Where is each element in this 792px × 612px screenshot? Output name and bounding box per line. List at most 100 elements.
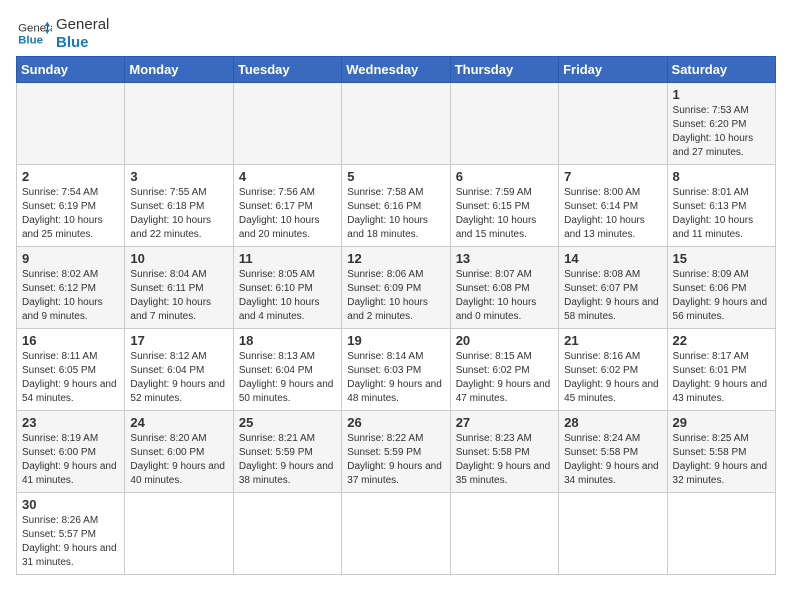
day-info: Sunrise: 8:00 AMSunset: 6:14 PMDaylight:… [564, 186, 661, 242]
weekday-header-tuesday: Tuesday [233, 57, 341, 83]
day-info: Sunrise: 8:01 AMSunset: 6:13 PMDaylight:… [673, 186, 770, 242]
day-info: Sunrise: 8:15 AMSunset: 6:02 PMDaylight:… [456, 350, 553, 406]
calendar-cell: 15 Sunrise: 8:09 AMSunset: 6:06 PMDayligh… [667, 247, 775, 329]
day-info: Sunrise: 8:14 AMSunset: 6:03 PMDaylight:… [347, 350, 444, 406]
day-number: 11 [239, 251, 336, 266]
calendar-cell: 7Sunrise: 8:00 AMSunset: 6:14 PMDaylight… [559, 165, 667, 247]
day-number: 28 [564, 415, 661, 430]
day-info: Sunrise: 8:23 AMSunset: 5:58 PMDaylight:… [456, 432, 553, 488]
calendar-cell: 13Sunrise: 8:07 AMSunset: 6:08 PMDayligh… [450, 247, 558, 329]
day-info: Sunrise: 8:26 AMSunset: 5:57 PMDaylight:… [22, 514, 119, 570]
day-info: Sunrise: 8:02 AMSunset: 6:12 PMDaylight:… [22, 268, 119, 324]
day-info: Sunrise: 7:59 AMSunset: 6:15 PMDaylight:… [456, 186, 553, 242]
calendar-cell: 4 Sunrise: 7:56 AMSunset: 6:17 PMDaylight… [233, 165, 341, 247]
calendar-cell: 16Sunrise: 8:11 AMSunset: 6:05 PMDayligh… [17, 329, 125, 411]
calendar-cell [233, 83, 341, 165]
calendar-cell: 23Sunrise: 8:19 AMSunset: 6:00 PMDayligh… [17, 411, 125, 493]
calendar-cell: 2 Sunrise: 7:54 AMSunset: 6:19 PMDaylight… [17, 165, 125, 247]
calendar-week-2: 2 Sunrise: 7:54 AMSunset: 6:19 PMDaylight… [17, 165, 776, 247]
calendar-week-5: 23Sunrise: 8:19 AMSunset: 6:00 PMDayligh… [17, 411, 776, 493]
calendar-cell: 28 Sunrise: 8:24 AMSunset: 5:58 PMDayligh… [559, 411, 667, 493]
day-info: Sunrise: 8:11 AMSunset: 6:05 PMDaylight:… [22, 350, 119, 406]
day-number: 8 [673, 169, 770, 184]
day-info: Sunrise: 8:05 AMSunset: 6:10 PMDaylight:… [239, 268, 336, 324]
day-number: 24 [130, 415, 227, 430]
calendar-cell [125, 83, 233, 165]
logo: General Blue General Blue [16, 16, 109, 52]
day-number: 1 [673, 87, 770, 102]
svg-text:Blue: Blue [18, 35, 43, 47]
day-number: 26 [347, 415, 444, 430]
calendar-week-3: 9 Sunrise: 8:02 AMSunset: 6:12 PMDaylight… [17, 247, 776, 329]
calendar-week-1: 1 Sunrise: 7:53 AMSunset: 6:20 PMDaylight… [17, 83, 776, 165]
day-info: Sunrise: 8:06 AMSunset: 6:09 PMDaylight:… [347, 268, 444, 324]
day-number: 17 [130, 333, 227, 348]
day-number: 15 [673, 251, 770, 266]
weekday-header-monday: Monday [125, 57, 233, 83]
weekday-header-row: SundayMondayTuesdayWednesdayThursdayFrid… [17, 57, 776, 83]
day-number: 30 [22, 497, 119, 512]
day-number: 6 [456, 169, 553, 184]
calendar-cell [342, 493, 450, 575]
day-number: 4 [239, 169, 336, 184]
calendar-cell: 22 Sunrise: 8:17 AMSunset: 6:01 PMDayligh… [667, 329, 775, 411]
calendar-cell [450, 493, 558, 575]
calendar-cell: 27Sunrise: 8:23 AMSunset: 5:58 PMDayligh… [450, 411, 558, 493]
calendar-cell: 24 Sunrise: 8:20 AMSunset: 6:00 PMDayligh… [125, 411, 233, 493]
day-number: 22 [673, 333, 770, 348]
calendar-cell [450, 83, 558, 165]
calendar-cell [559, 83, 667, 165]
calendar-week-6: 30 Sunrise: 8:26 AMSunset: 5:57 PMDayligh… [17, 493, 776, 575]
weekday-header-saturday: Saturday [667, 57, 775, 83]
day-info: Sunrise: 8:25 AMSunset: 5:58 PMDaylight:… [673, 432, 770, 488]
day-number: 21 [564, 333, 661, 348]
day-number: 19 [347, 333, 444, 348]
day-info: Sunrise: 7:56 AMSunset: 6:17 PMDaylight:… [239, 186, 336, 242]
day-number: 9 [22, 251, 119, 266]
day-info: Sunrise: 8:08 AMSunset: 6:07 PMDaylight:… [564, 268, 661, 324]
day-info: Sunrise: 7:58 AMSunset: 6:16 PMDaylight:… [347, 186, 444, 242]
day-info: Sunrise: 8:20 AMSunset: 6:00 PMDaylight:… [130, 432, 227, 488]
weekday-header-friday: Friday [559, 57, 667, 83]
calendar-cell [559, 493, 667, 575]
calendar-table: SundayMondayTuesdayWednesdayThursdayFrid… [16, 56, 776, 575]
day-info: Sunrise: 8:19 AMSunset: 6:00 PMDaylight:… [22, 432, 119, 488]
calendar-week-4: 16Sunrise: 8:11 AMSunset: 6:05 PMDayligh… [17, 329, 776, 411]
calendar-cell [667, 493, 775, 575]
logo-icon: General Blue [16, 19, 52, 49]
day-info: Sunrise: 8:07 AMSunset: 6:08 PMDaylight:… [456, 268, 553, 324]
calendar-cell: 26 Sunrise: 8:22 AMSunset: 5:59 PMDayligh… [342, 411, 450, 493]
calendar-cell: 9 Sunrise: 8:02 AMSunset: 6:12 PMDaylight… [17, 247, 125, 329]
calendar-cell: 30 Sunrise: 8:26 AMSunset: 5:57 PMDayligh… [17, 493, 125, 575]
calendar-cell: 18Sunrise: 8:13 AMSunset: 6:04 PMDayligh… [233, 329, 341, 411]
day-info: Sunrise: 8:13 AMSunset: 6:04 PMDaylight:… [239, 350, 336, 406]
page-header: General Blue General Blue [16, 16, 776, 52]
calendar-cell: 11 Sunrise: 8:05 AMSunset: 6:10 PMDayligh… [233, 247, 341, 329]
day-info: Sunrise: 8:16 AMSunset: 6:02 PMDaylight:… [564, 350, 661, 406]
weekday-header-thursday: Thursday [450, 57, 558, 83]
day-info: Sunrise: 7:55 AMSunset: 6:18 PMDaylight:… [130, 186, 227, 242]
calendar-cell [17, 83, 125, 165]
logo-blue: Blue [56, 34, 109, 52]
day-info: Sunrise: 8:12 AMSunset: 6:04 PMDaylight:… [130, 350, 227, 406]
calendar-cell: 5Sunrise: 7:58 AMSunset: 6:16 PMDaylight… [342, 165, 450, 247]
day-number: 14 [564, 251, 661, 266]
calendar-cell: 8 Sunrise: 8:01 AMSunset: 6:13 PMDaylight… [667, 165, 775, 247]
day-info: Sunrise: 8:09 AMSunset: 6:06 PMDaylight:… [673, 268, 770, 324]
day-number: 20 [456, 333, 553, 348]
day-info: Sunrise: 8:22 AMSunset: 5:59 PMDaylight:… [347, 432, 444, 488]
calendar-cell: 10Sunrise: 8:04 AMSunset: 6:11 PMDayligh… [125, 247, 233, 329]
day-info: Sunrise: 7:53 AMSunset: 6:20 PMDaylight:… [673, 104, 770, 160]
day-number: 2 [22, 169, 119, 184]
calendar-cell: 12Sunrise: 8:06 AMSunset: 6:09 PMDayligh… [342, 247, 450, 329]
weekday-header-sunday: Sunday [17, 57, 125, 83]
day-info: Sunrise: 8:24 AMSunset: 5:58 PMDaylight:… [564, 432, 661, 488]
day-info: Sunrise: 7:54 AMSunset: 6:19 PMDaylight:… [22, 186, 119, 242]
calendar-cell: 21 Sunrise: 8:16 AMSunset: 6:02 PMDayligh… [559, 329, 667, 411]
calendar-cell: 17 Sunrise: 8:12 AMSunset: 6:04 PMDayligh… [125, 329, 233, 411]
day-info: Sunrise: 8:17 AMSunset: 6:01 PMDaylight:… [673, 350, 770, 406]
day-number: 25 [239, 415, 336, 430]
calendar-cell: 3Sunrise: 7:55 AMSunset: 6:18 PMDaylight… [125, 165, 233, 247]
calendar-cell: 25Sunrise: 8:21 AMSunset: 5:59 PMDayligh… [233, 411, 341, 493]
calendar-cell [342, 83, 450, 165]
